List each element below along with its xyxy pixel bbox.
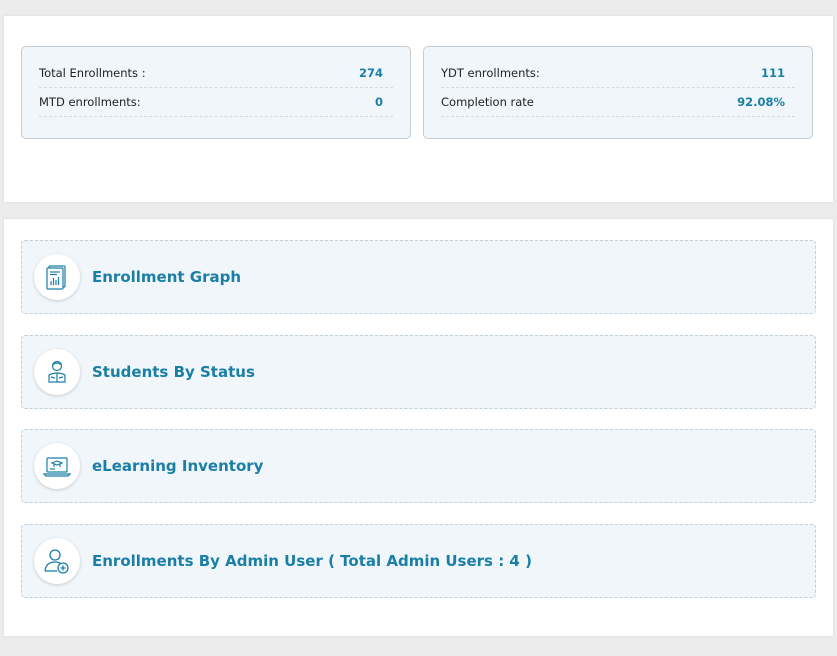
- stat-row-ydt-enrollments: YDT enrollments: 111: [441, 59, 795, 88]
- stat-label: YDT enrollments:: [441, 66, 540, 80]
- stat-value: 274: [358, 66, 383, 80]
- module-elearning-inventory[interactable]: eLearning Inventory: [21, 429, 816, 503]
- stat-value: 0: [374, 95, 383, 109]
- module-title: Students By Status: [92, 363, 255, 381]
- summary-panel: Total Enrollments : 274 MTD enrollments:…: [4, 16, 833, 202]
- stat-value: 111: [760, 66, 785, 80]
- stat-row-total-enrollments: Total Enrollments : 274: [39, 59, 393, 88]
- stat-value: 92.08%: [737, 95, 785, 109]
- report-chart-icon: [34, 254, 80, 300]
- stat-row-mtd-enrollments: MTD enrollments: 0: [39, 88, 393, 117]
- add-user-icon: [34, 538, 80, 584]
- module-title: Enrollments By Admin User ( Total Admin …: [92, 552, 532, 570]
- module-title: eLearning Inventory: [92, 457, 264, 475]
- elearning-laptop-icon: [34, 443, 80, 489]
- stat-label: Total Enrollments :: [39, 66, 146, 80]
- module-title: Enrollment Graph: [92, 268, 242, 286]
- module-enrollment-graph[interactable]: Enrollment Graph: [21, 240, 816, 314]
- stat-label: MTD enrollments:: [39, 95, 141, 109]
- student-reading-icon: [34, 349, 80, 395]
- stat-label: Completion rate: [441, 95, 534, 109]
- summary-card-right: YDT enrollments: 111 Completion rate 92.…: [423, 46, 813, 139]
- stat-row-completion-rate: Completion rate 92.08%: [441, 88, 795, 117]
- module-students-by-status[interactable]: Students By Status: [21, 335, 816, 409]
- modules-panel: Enrollment Graph Students By Status eLea…: [4, 219, 833, 636]
- summary-card-left: Total Enrollments : 274 MTD enrollments:…: [21, 46, 411, 139]
- module-enrollments-by-admin-user[interactable]: Enrollments By Admin User ( Total Admin …: [21, 524, 816, 598]
